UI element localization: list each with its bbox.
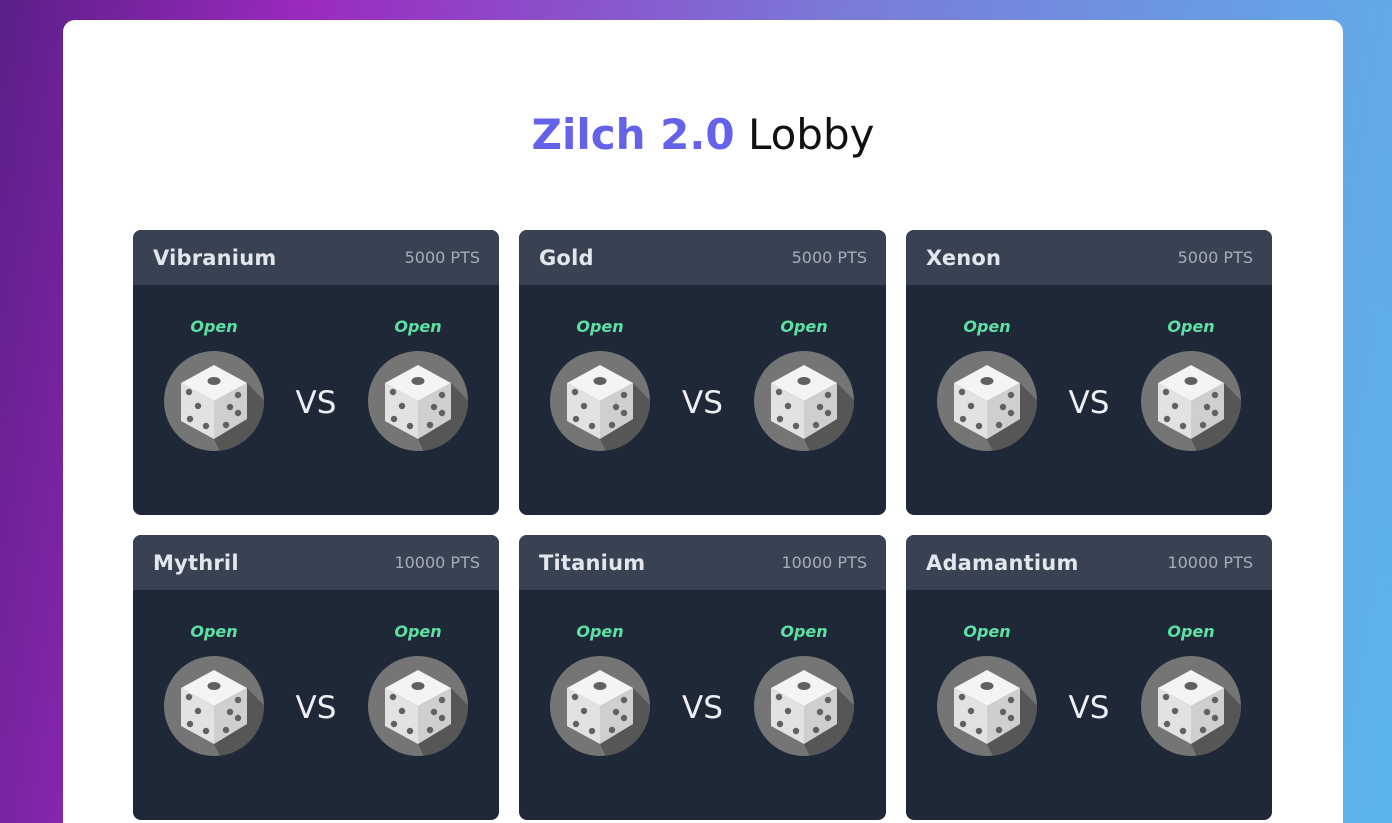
room-name: Titanium [539,550,646,575]
dice-icon [937,656,1037,756]
room-card-header: Titanium 10000 PTS [519,535,886,590]
room-card[interactable]: Vibranium 5000 PTS Open VS Open [133,230,499,515]
dice-icon [164,656,264,756]
dice-icon [164,351,264,451]
room-card[interactable]: Xenon 5000 PTS Open VS Open [906,230,1272,515]
seat-status: Open [1167,317,1215,336]
room-card-header: Gold 5000 PTS [519,230,886,285]
room-card-body: Open VS Open [906,590,1272,820]
page-title-suffix: Lobby [734,110,875,159]
seat-player-2[interactable]: Open [368,620,468,756]
seat-status: Open [963,317,1011,336]
dice-icon [550,351,650,451]
seat-player-1[interactable]: Open [164,315,264,451]
room-grid: Vibranium 5000 PTS Open VS Open Gold 500… [133,230,1272,820]
room-points: 10000 PTS [394,553,480,572]
room-name: Gold [539,245,594,270]
lobby-panel: Zilch 2.0 Lobby Vibranium 5000 PTS Open … [63,20,1343,823]
room-card-header: Xenon 5000 PTS [906,230,1272,285]
room-card-header: Vibranium 5000 PTS [133,230,499,285]
room-card[interactable]: Titanium 10000 PTS Open VS Open [519,535,886,820]
room-points: 10000 PTS [1167,553,1253,572]
seat-player-2[interactable]: Open [368,315,468,451]
room-name: Xenon [926,245,1002,270]
seat-player-1[interactable]: Open [937,620,1037,756]
dice-icon [550,656,650,756]
room-card-body: Open VS Open [133,285,499,515]
seat-status: Open [190,622,238,641]
dice-icon [754,351,854,451]
room-card-header: Adamantium 10000 PTS [906,535,1272,590]
dice-icon [368,351,468,451]
seat-status: Open [780,317,828,336]
seat-status: Open [394,317,442,336]
dice-icon [754,656,854,756]
dice-icon [368,656,468,756]
seat-player-1[interactable]: Open [937,315,1037,451]
room-card-body: Open VS Open [133,590,499,820]
room-card-body: Open VS Open [519,285,886,515]
room-name: Mythril [153,550,239,575]
seat-status: Open [394,622,442,641]
seat-status: Open [963,622,1011,641]
room-card-body: Open VS Open [906,285,1272,515]
room-points: 5000 PTS [791,248,867,267]
seat-status: Open [1167,622,1215,641]
room-name: Vibranium [153,245,277,270]
room-card[interactable]: Gold 5000 PTS Open VS Open [519,230,886,515]
seat-player-1[interactable]: Open [550,620,650,756]
dice-icon [1141,656,1241,756]
dice-icon [1141,351,1241,451]
seat-player-2[interactable]: Open [754,620,854,756]
seat-status: Open [190,317,238,336]
dice-icon [937,351,1037,451]
seat-status: Open [576,317,624,336]
room-card-body: Open VS Open [519,590,886,820]
room-points: 10000 PTS [781,553,867,572]
room-points: 5000 PTS [404,248,480,267]
room-card[interactable]: Mythril 10000 PTS Open VS Open [133,535,499,820]
room-card[interactable]: Adamantium 10000 PTS Open VS Open [906,535,1272,820]
room-name: Adamantium [926,550,1079,575]
seat-player-1[interactable]: Open [164,620,264,756]
seat-player-1[interactable]: Open [550,315,650,451]
room-card-header: Mythril 10000 PTS [133,535,499,590]
seat-player-2[interactable]: Open [1141,620,1241,756]
seat-status: Open [780,622,828,641]
seat-player-2[interactable]: Open [1141,315,1241,451]
seat-status: Open [576,622,624,641]
room-points: 5000 PTS [1177,248,1253,267]
page-title: Zilch 2.0 Lobby [63,107,1343,163]
brand-name: Zilch 2.0 [531,110,735,159]
seat-player-2[interactable]: Open [754,315,854,451]
